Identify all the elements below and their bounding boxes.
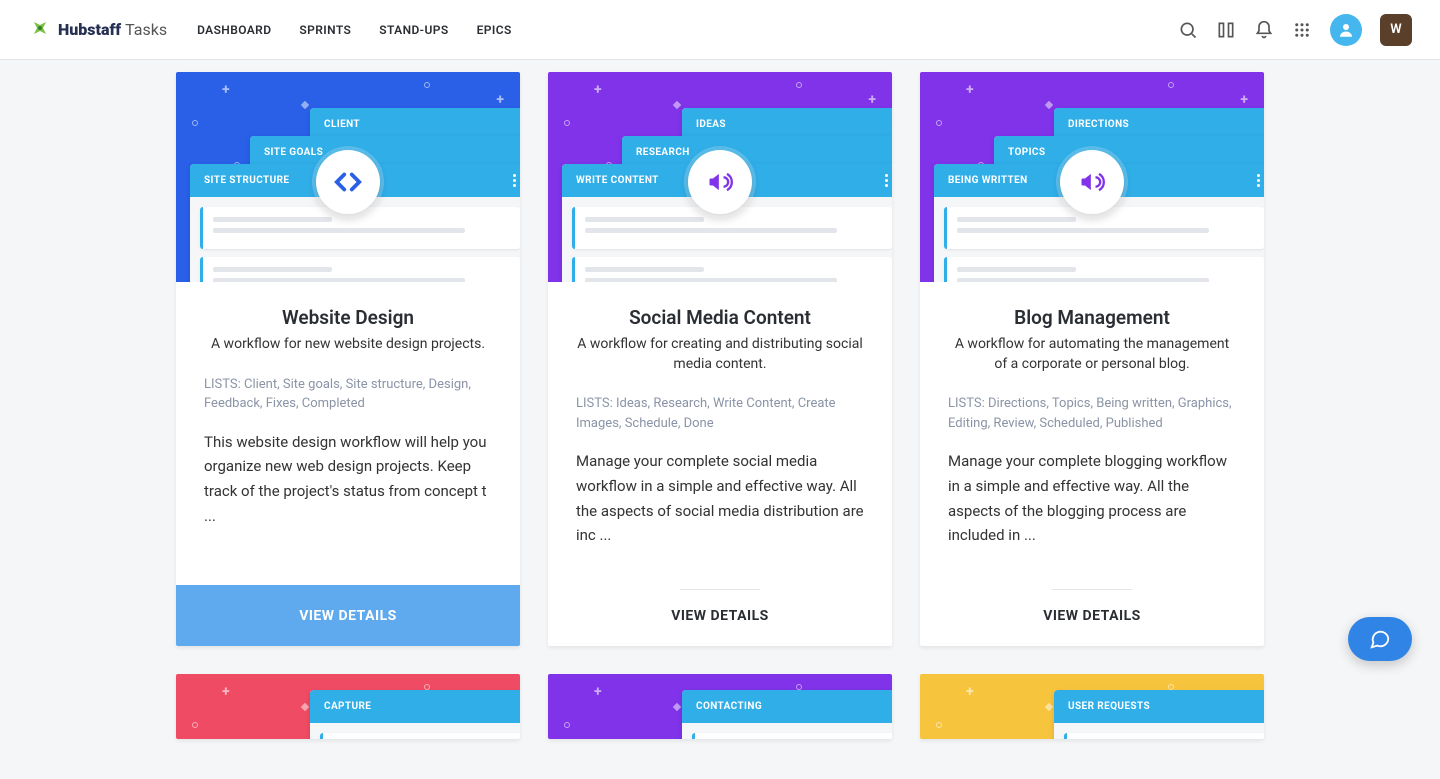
- card-description: Manage your complete social media workfl…: [576, 449, 864, 548]
- hero-list-label: CONTACTING: [696, 701, 762, 712]
- nav-sprints[interactable]: SPRINTS: [299, 23, 351, 37]
- kebab-icon: [1257, 174, 1260, 187]
- bullhorn-icon: [1060, 150, 1124, 214]
- code-icon: [316, 150, 380, 214]
- app-header: Hubstaff Tasks DASHBOARD SPRINTS STAND-U…: [0, 0, 1440, 60]
- card-subtitle: A workflow for automating the management…: [948, 335, 1236, 374]
- chat-fab[interactable]: [1348, 617, 1412, 661]
- nav-standups[interactable]: STAND-UPS: [379, 23, 448, 37]
- card-hero: + + IDEAS RESEARCH WRITE CONTENT: [548, 72, 892, 282]
- card-hero: + + USER REQUESTS: [920, 674, 1264, 739]
- card-hero: + + CONTACTING: [548, 674, 892, 739]
- kebab-icon: [513, 174, 516, 187]
- template-card: + + CONTACTING: [548, 674, 892, 739]
- card-title: Blog Management: [948, 306, 1236, 329]
- card-subtitle: A workflow for new website design projec…: [204, 335, 492, 355]
- template-card: + + IDEAS RESEARCH WRITE CONTENT Soci: [548, 72, 892, 646]
- hero-list-label: CLIENT: [324, 119, 360, 130]
- card-hero: + + CLIENT SITE GOALS SITE STRUCTURE: [176, 72, 520, 282]
- template-card: + + DIRECTIONS TOPICS BEING WRITTEN B: [920, 72, 1264, 646]
- card-lists: LISTS: Directions, Topics, Being written…: [948, 394, 1236, 433]
- hero-list-column: CAPTURE: [310, 690, 520, 739]
- logo-icon: [28, 18, 52, 42]
- card-hero: + + DIRECTIONS TOPICS BEING WRITTEN: [920, 72, 1264, 282]
- apps-icon[interactable]: [1292, 20, 1312, 40]
- template-card: + + CLIENT SITE GOALS SITE STRUCTURE: [176, 72, 520, 646]
- hero-list-label: SITE GOALS: [264, 147, 323, 158]
- hero-list-column: CONTACTING: [682, 690, 892, 739]
- main-nav: DASHBOARD SPRINTS STAND-UPS EPICS: [197, 23, 512, 37]
- card-body: Website Design A workflow for new websit…: [176, 282, 520, 585]
- nav-dashboard[interactable]: DASHBOARD: [197, 23, 271, 37]
- hero-list-label: BEING WRITTEN: [948, 175, 1028, 186]
- logo-text: Hubstaff Tasks: [58, 20, 167, 39]
- hero-list-label: USER REQUESTS: [1068, 701, 1150, 712]
- view-details-button[interactable]: VIEW DETAILS: [176, 585, 520, 646]
- avatar[interactable]: W: [1380, 14, 1412, 46]
- hero-list-label: SITE STRUCTURE: [204, 175, 289, 186]
- card-description: Manage your complete blogging workflow i…: [948, 449, 1236, 548]
- card-hero: + + CAPTURE: [176, 674, 520, 739]
- template-card: + + CAPTURE: [176, 674, 520, 739]
- card-lists: LISTS: Client, Site goals, Site structur…: [204, 375, 492, 414]
- hero-list-label: DIRECTIONS: [1068, 119, 1129, 130]
- hero-list-label: RESEARCH: [636, 147, 690, 158]
- card-subtitle: A workflow for creating and distributing…: [576, 335, 864, 374]
- card-description: This website design workflow will help y…: [204, 430, 492, 529]
- card-body: Social Media Content A workflow for crea…: [548, 282, 892, 566]
- hero-list-label: IDEAS: [696, 119, 726, 130]
- template-card: + + USER REQUESTS: [920, 674, 1264, 739]
- search-icon[interactable]: [1178, 20, 1198, 40]
- hero-list-label: WRITE CONTENT: [576, 175, 659, 186]
- panels-icon[interactable]: [1216, 20, 1236, 40]
- card-body: Blog Management A workflow for automatin…: [920, 282, 1264, 566]
- nav-epics[interactable]: EPICS: [477, 23, 512, 37]
- view-details-button[interactable]: VIEW DETAILS: [548, 566, 892, 646]
- hero-list-column: USER REQUESTS: [1054, 690, 1264, 739]
- account-icon[interactable]: [1330, 14, 1362, 46]
- view-details-button[interactable]: VIEW DETAILS: [920, 566, 1264, 646]
- card-lists: LISTS: Ideas, Research, Write Content, C…: [576, 394, 864, 433]
- bell-icon[interactable]: [1254, 20, 1274, 40]
- kebab-icon: [885, 174, 888, 187]
- header-actions: W: [1178, 14, 1412, 46]
- card-title: Social Media Content: [576, 306, 864, 329]
- hero-list-label: TOPICS: [1008, 147, 1045, 158]
- templates-grid-container: + + CLIENT SITE GOALS SITE STRUCTURE: [170, 60, 1270, 779]
- logo[interactable]: Hubstaff Tasks: [28, 18, 167, 42]
- bullhorn-icon: [688, 150, 752, 214]
- card-title: Website Design: [204, 306, 492, 329]
- hero-list-label: CAPTURE: [324, 701, 371, 712]
